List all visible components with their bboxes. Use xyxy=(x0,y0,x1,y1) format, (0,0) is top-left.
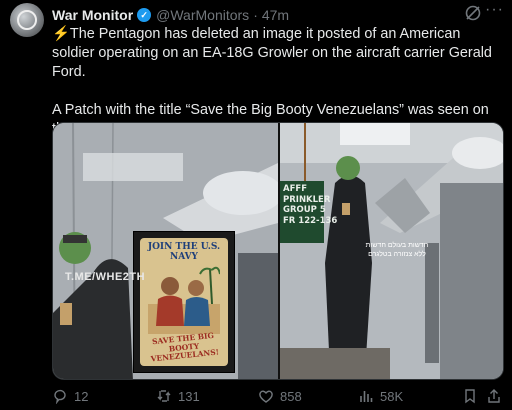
avatar[interactable] xyxy=(10,3,44,37)
post-header: War Monitor ✓ @WarMonitors · 47m xyxy=(52,6,504,24)
reply-button[interactable]: 12 xyxy=(52,386,88,406)
avatar-logo xyxy=(17,10,37,30)
repost-button[interactable]: 131 xyxy=(156,386,200,406)
like-button[interactable]: 858 xyxy=(258,386,302,406)
post-media[interactable]: JOIN THE U.S. NAVY SAVE THE BIG BOOTY VE… xyxy=(52,122,504,380)
more-icon[interactable]: ··· xyxy=(485,1,504,19)
views-icon xyxy=(360,391,373,402)
verified-badge-icon: ✓ xyxy=(137,8,152,22)
action-bar: 12 131 858 58K xyxy=(52,386,504,406)
watermark-text: T.ME/WHE2TH xyxy=(65,271,146,283)
bookmark-icon xyxy=(465,389,475,404)
author-name[interactable]: War Monitor xyxy=(52,7,133,23)
separator: · xyxy=(253,7,258,23)
views-button[interactable]: 58K xyxy=(358,386,403,406)
patch-subtitle: SAVE THE BIG BOOTY VENEZUELANS! xyxy=(150,330,220,364)
repost-count: 131 xyxy=(178,388,200,404)
share-icon xyxy=(488,389,500,403)
views-count: 58K xyxy=(380,388,404,404)
post-text: The Pentagon has deleted an image it pos… xyxy=(52,26,492,137)
share-button[interactable] xyxy=(486,386,508,406)
lightning-emoji: ⚡ xyxy=(52,26,70,42)
patch-image: JOIN THE U.S. NAVY SAVE THE BIG BOOTY VE… xyxy=(140,238,228,366)
reply-count: 12 xyxy=(74,388,89,404)
author-handle[interactable]: @WarMonitors xyxy=(156,7,249,23)
reply-icon xyxy=(54,389,66,404)
sprinkler-sign: AFFF PRINKLER GROUP 5 FR 122-136 xyxy=(280,181,337,243)
repost-icon xyxy=(157,390,171,402)
patch-title: JOIN THE U.S. NAVY xyxy=(147,242,221,262)
grok-icon[interactable] xyxy=(464,4,482,22)
media-photo-left[interactable]: JOIN THE U.S. NAVY SAVE THE BIG BOOTY VE… xyxy=(53,123,278,379)
like-count: 858 xyxy=(280,388,302,404)
like-icon xyxy=(259,390,273,403)
bookmark-button[interactable] xyxy=(462,386,484,406)
patch-inset: JOIN THE U.S. NAVY SAVE THE BIG BOOTY VE… xyxy=(133,231,235,373)
media-photo-right[interactable]: AFFF PRINKLER GROUP 5 FR 122-136 חדשות ב… xyxy=(280,123,503,379)
overlay-text: חדשות בעולם חדשות ללא צנזורה בטלגרם xyxy=(365,242,429,258)
post-time[interactable]: 47m xyxy=(262,7,289,23)
